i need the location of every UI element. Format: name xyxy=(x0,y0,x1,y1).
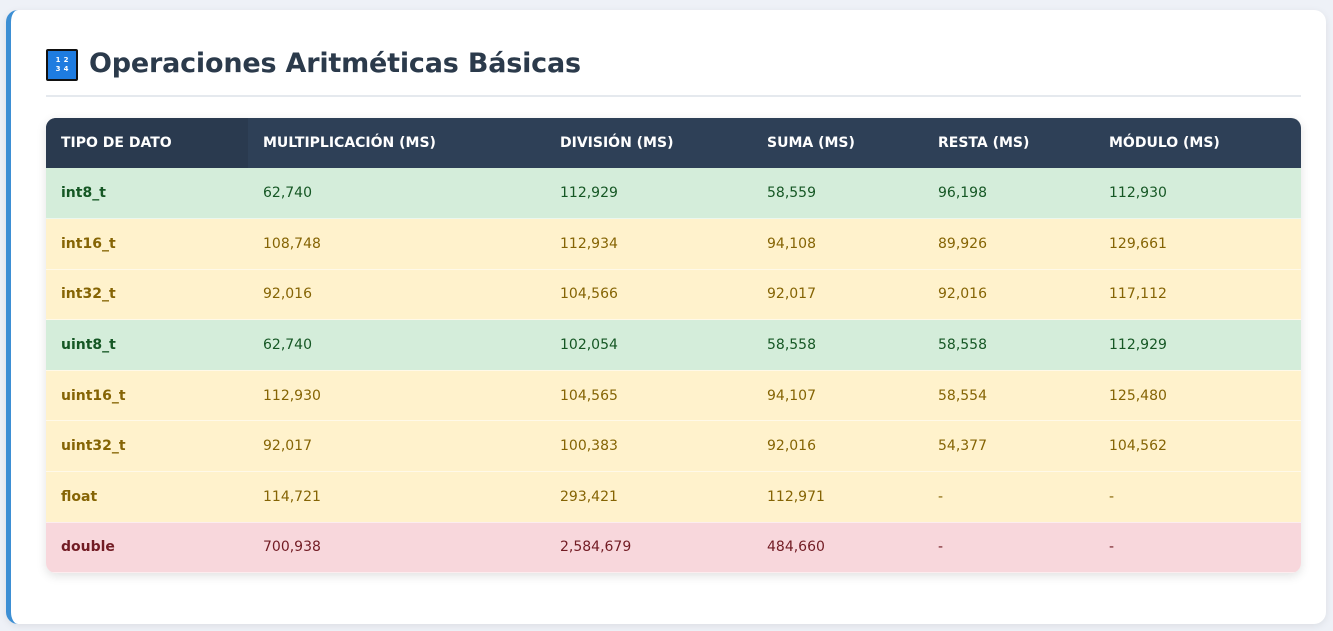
time-value-cell: 94,107 xyxy=(752,370,923,422)
numbers-icon-digit: 3 xyxy=(55,65,61,73)
results-card: 1 2 3 4 Operaciones Aritméticas Básicas … xyxy=(6,10,1326,624)
data-type-cell: uint8_t xyxy=(46,319,248,371)
time-value-cell: 117,112 xyxy=(1094,269,1301,321)
column-header-division: División (ms) xyxy=(560,135,674,151)
time-value-cell: - xyxy=(1094,471,1301,523)
time-value-cell: 58,554 xyxy=(923,370,1094,422)
time-value-cell: 112,929 xyxy=(1094,319,1301,371)
time-value-cell: 114,721 xyxy=(248,471,545,523)
time-value-cell: 92,016 xyxy=(923,269,1094,321)
table-row: uint16_t 112,930 104,565 94,107 58,554 125,48… xyxy=(46,370,1301,422)
time-value-cell: 92,017 xyxy=(752,269,923,321)
time-value-cell: 2,584,679 xyxy=(545,522,752,573)
table-row: double 700,938 2,584,679 484,660- - xyxy=(46,522,1301,573)
time-value-cell: 112,930 xyxy=(248,370,545,422)
time-value-cell: 102,054 xyxy=(545,319,752,371)
results-table-wrapper: Tipo de Dato Multiplicación (ms) Divisió… xyxy=(46,118,1301,573)
time-value-cell: 125,480 xyxy=(1094,370,1301,422)
time-value-cell: 700,938 xyxy=(248,522,545,573)
column-header-modulo: Módulo (ms) xyxy=(1109,135,1220,151)
time-value-cell: 104,565 xyxy=(545,370,752,422)
time-value-cell: 484,660 xyxy=(752,522,923,573)
time-value-cell: 100,383 xyxy=(545,420,752,473)
time-value-cell: 96,198 xyxy=(923,168,1094,220)
time-value-cell: 293,421 xyxy=(545,471,752,523)
time-value-cell: 112,971 xyxy=(752,471,923,523)
table-row: uint8_t 62,740 102,054 58,558 58,558 112,929 xyxy=(46,319,1301,371)
data-type-cell: int32_t xyxy=(46,269,248,321)
numbers-icon-digit: 2 xyxy=(63,56,69,64)
time-value-cell: 108,748 xyxy=(248,218,545,270)
numbers-icon-digit: 1 xyxy=(55,56,61,64)
table-row: uint32_t 92,017 100,383 92,016 54,377 104,562 xyxy=(46,420,1301,473)
column-header-suma: Suma (ms) xyxy=(767,135,855,151)
time-value-cell: 92,017 xyxy=(248,420,545,473)
numbers-icon: 1 2 3 4 xyxy=(46,49,78,81)
time-value-cell: 112,930 xyxy=(1094,168,1301,220)
time-value-cell: 92,016 xyxy=(248,269,545,321)
data-type-cell: int8_t xyxy=(46,168,248,220)
time-value-cell: 112,934 xyxy=(545,218,752,270)
time-value-cell: 62,740 xyxy=(248,319,545,371)
time-value-cell: 89,926 xyxy=(923,218,1094,270)
time-value-cell: 129,661 xyxy=(1094,218,1301,270)
time-value-cell: - xyxy=(923,471,1094,523)
time-value-cell: 58,558 xyxy=(752,319,923,371)
time-value-cell: 62,740 xyxy=(248,168,545,220)
data-type-cell: uint32_t xyxy=(46,420,248,473)
time-value-cell: 92,016 xyxy=(752,420,923,473)
data-type-cell: uint16_t xyxy=(46,370,248,422)
time-value-cell: 58,559 xyxy=(752,168,923,220)
column-header-tipo: Tipo de Dato xyxy=(46,118,248,168)
column-header-resta: Resta (ms) xyxy=(938,135,1030,151)
data-type-cell: int16_t xyxy=(46,218,248,270)
time-value-cell: - xyxy=(923,522,1094,573)
time-value-cell: 104,562 xyxy=(1094,420,1301,473)
time-value-cell: 104,566 xyxy=(545,269,752,321)
table-row: int16_t 108,748 112,934 94,108 89,926 129,661 xyxy=(46,218,1301,270)
results-table: Tipo de Dato Multiplicación (ms) Divisió… xyxy=(46,118,1301,573)
numbers-icon-digit: 4 xyxy=(63,65,69,73)
data-type-cell: float xyxy=(46,471,248,523)
time-value-cell: 112,929 xyxy=(545,168,752,220)
section-header: 1 2 3 4 Operaciones Aritméticas Básicas xyxy=(46,46,1301,97)
time-value-cell: - xyxy=(1094,522,1301,573)
page-title: Operaciones Aritméticas Básicas xyxy=(89,48,581,79)
table-header-row: Tipo de Dato Multiplicación (ms) Divisió… xyxy=(46,118,1301,168)
table-row: int32_t 92,016 104,566 92,017 92,016 117,112 xyxy=(46,269,1301,321)
table-body: int8_t 62,740 112,929 58,559 96,198 112,930 in… xyxy=(46,168,1301,573)
table-row: int8_t 62,740 112,929 58,559 96,198 112,930 xyxy=(46,168,1301,220)
time-value-cell: 58,558 xyxy=(923,319,1094,371)
time-value-cell: 54,377 xyxy=(923,420,1094,473)
time-value-cell: 94,108 xyxy=(752,218,923,270)
table-row: float 114,721 293,421 112,971- - xyxy=(46,471,1301,523)
column-header-multiplicacion: Multiplicación (ms) xyxy=(263,135,436,151)
data-type-cell: double xyxy=(46,522,248,573)
